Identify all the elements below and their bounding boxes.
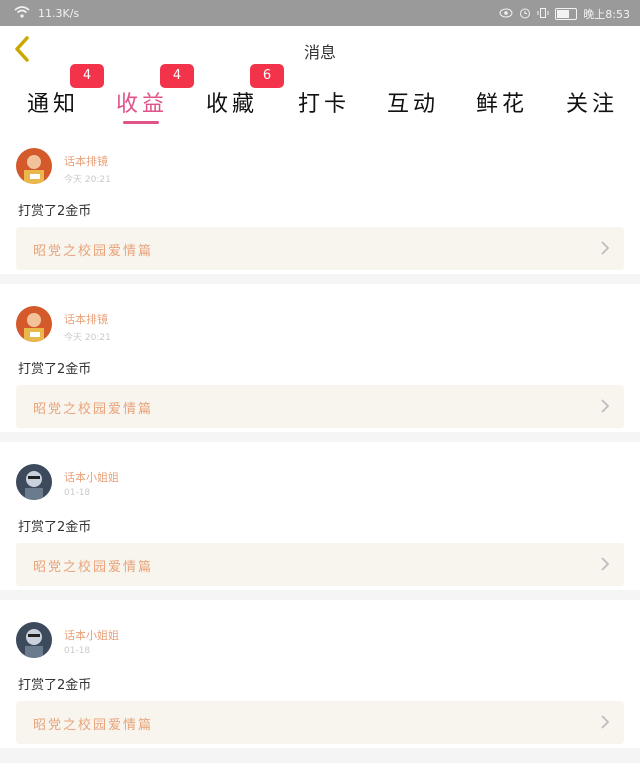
- tab-interactions[interactable]: 互动: [387, 86, 439, 118]
- eye-icon: [499, 8, 513, 21]
- status-bar: 11.3K/s 晚上8:53: [0, 0, 640, 26]
- action-text: 打赏了2金币: [18, 362, 92, 377]
- tab-favorites[interactable]: 收藏: [206, 86, 258, 118]
- work-link[interactable]: 昭党之校园爱情篇: [16, 227, 624, 270]
- notifications-badge: 4: [70, 64, 104, 88]
- alarm-icon: [519, 7, 531, 22]
- vibrate-icon: [537, 7, 549, 22]
- avatar[interactable]: [16, 464, 52, 500]
- tab-bar: 通知 4 收益 4 收藏 6 打卡 互动 鲜花 关注: [0, 64, 640, 126]
- work-title: 昭党之校园爱情篇: [33, 402, 154, 417]
- page-title: 消息: [303, 43, 336, 62]
- network-speed: 11.3K/s: [38, 7, 80, 20]
- action-text: 打赏了2金币: [18, 520, 92, 535]
- action-text: 打赏了2金币: [18, 204, 92, 219]
- list-item: 话本小姐姐 01-18 打赏了2金币 昭党之校园爱情篇: [0, 600, 640, 748]
- username[interactable]: 话本小姐姐: [64, 469, 119, 485]
- avatar[interactable]: [16, 622, 52, 658]
- chevron-right-icon: [600, 714, 610, 730]
- timestamp: 今天 20:21: [64, 175, 111, 185]
- tab-checkin[interactable]: 打卡: [298, 86, 350, 118]
- username[interactable]: 话本排镜: [64, 311, 108, 327]
- divider: [0, 590, 640, 600]
- chevron-right-icon: [600, 240, 610, 256]
- battery-icon: [555, 8, 578, 20]
- tab-earnings[interactable]: 收益: [116, 86, 168, 118]
- username[interactable]: 话本小姐姐: [64, 627, 119, 643]
- work-link[interactable]: 昭党之校园爱情篇: [16, 701, 624, 744]
- avatar[interactable]: [16, 306, 52, 342]
- timestamp: 今天 20:21: [64, 333, 111, 343]
- active-tab-indicator: [123, 121, 159, 124]
- divider: [0, 748, 640, 763]
- favorites-badge: 6: [250, 64, 284, 88]
- work-title: 昭党之校园爱情篇: [33, 560, 154, 575]
- avatar[interactable]: [16, 148, 52, 184]
- action-text: 打赏了2金币: [18, 678, 92, 693]
- chevron-right-icon: [600, 398, 610, 414]
- divider: [0, 274, 640, 284]
- chevron-right-icon: [600, 556, 610, 572]
- wifi-icon: [14, 6, 30, 21]
- work-title: 昭党之校园爱情篇: [33, 244, 154, 259]
- tab-flowers[interactable]: 鲜花: [476, 86, 528, 118]
- work-link[interactable]: 昭党之校园爱情篇: [16, 385, 624, 428]
- list-item: 话本排镜 今天 20:21 打赏了2金币 昭党之校园爱情篇: [0, 126, 640, 274]
- timestamp: 01-18: [64, 488, 91, 498]
- clock: 晚上8:53: [583, 8, 630, 21]
- divider: [0, 432, 640, 442]
- list-item: 话本小姐姐 01-18 打赏了2金币 昭党之校园爱情篇: [0, 442, 640, 590]
- list-item: 话本排镜 今天 20:21 打赏了2金币 昭党之校园爱情篇: [0, 284, 640, 432]
- tab-follows[interactable]: 关注: [566, 86, 618, 118]
- tab-notifications[interactable]: 通知: [27, 86, 79, 118]
- username[interactable]: 话本排镜: [64, 153, 108, 169]
- earnings-badge: 4: [160, 64, 194, 88]
- work-title: 昭党之校园爱情篇: [33, 718, 154, 733]
- work-link[interactable]: 昭党之校园爱情篇: [16, 543, 624, 586]
- timestamp: 01-18: [64, 646, 91, 656]
